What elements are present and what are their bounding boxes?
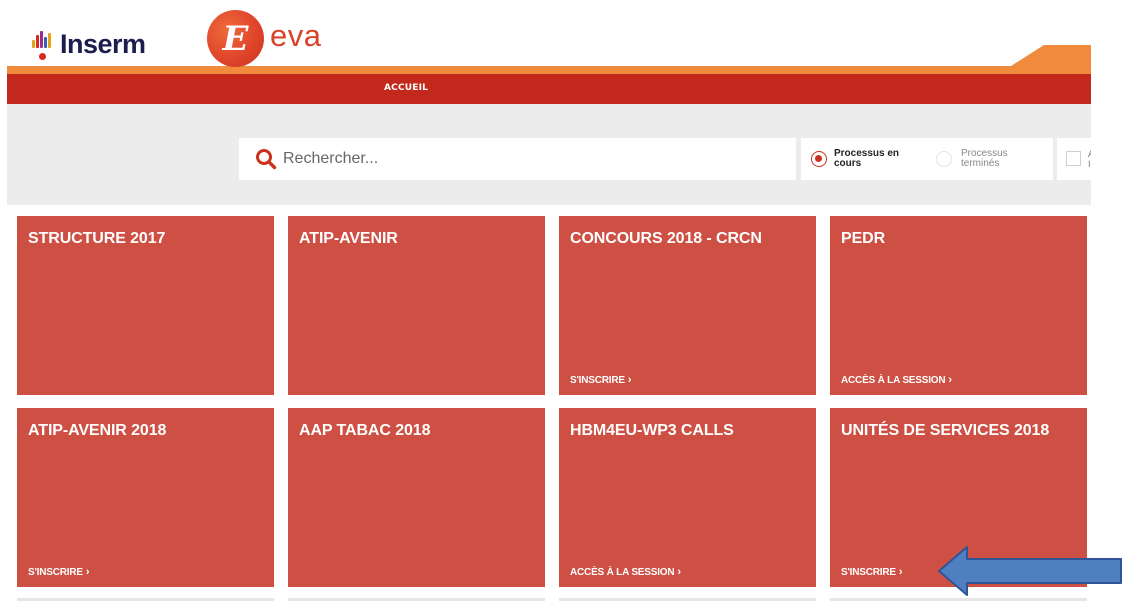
chevron-right-icon: ›: [677, 566, 681, 578]
card-title: CONCOURS 2018 - CRCN: [570, 230, 762, 247]
chevron-right-icon: ›: [898, 566, 903, 578]
session-card-atip-avenir[interactable]: ATIP-AVENIR: [288, 216, 545, 395]
card-title: STRUCTURE 2017: [28, 230, 166, 247]
card-link-acces-session[interactable]: ACCÈS À LA SESSION ›: [570, 566, 681, 578]
card-link-sinscrire[interactable]: S'INSCRIRE ›: [570, 374, 632, 386]
filter-checkbox[interactable]: [1066, 151, 1081, 166]
filter-checkbox-label: A I: [1088, 149, 1091, 169]
session-card-unites-de-services-2018[interactable]: UNITÉS DE SERVICES 2018 S'INSCRIRE ›: [830, 408, 1087, 587]
session-card-aap-tabac-2018[interactable]: AAP TABAC 2018: [288, 408, 545, 587]
session-card-concours-2018-crcn[interactable]: CONCOURS 2018 - CRCN S'INSCRIRE ›: [559, 216, 816, 395]
chevron-right-icon: ›: [948, 374, 952, 386]
inserm-logo[interactable]: Inserm: [30, 26, 146, 62]
search-icon[interactable]: [255, 148, 277, 170]
eva-logo-mark: E: [207, 10, 264, 67]
extra-filter: A I: [1057, 138, 1091, 180]
process-filter: Processus en cours Processus terminés: [801, 138, 1053, 180]
chevron-right-icon: ›: [85, 566, 90, 578]
inserm-logo-mark: [30, 26, 56, 62]
card-link-acces-session[interactable]: ACCÈS À LA SESSION ›: [841, 374, 952, 386]
eva-logo-text: eva: [270, 18, 322, 53]
radio-finished[interactable]: [936, 151, 952, 167]
radio-in-progress-label[interactable]: Processus en cours: [834, 149, 924, 169]
search-input[interactable]: [283, 150, 763, 168]
card-title: HBM4EU-WP3 CALLS: [570, 422, 734, 439]
card-title: ATIP-AVENIR 2018: [28, 422, 167, 439]
main-nav: ACCUEIL: [7, 74, 1091, 104]
session-card-hbm4eu-wp3-calls[interactable]: HBM4EU-WP3 CALLS ACCÈS À LA SESSION ›: [559, 408, 816, 587]
header: Inserm E eva: [0, 0, 1128, 74]
card-title: UNITÉS DE SERVICES 2018: [841, 422, 1050, 439]
search-box[interactable]: [239, 138, 796, 180]
card-link-sinscrire[interactable]: S'INSCRIRE ›: [28, 566, 90, 578]
session-card-atip-avenir-2018[interactable]: ATIP-AVENIR 2018 S'INSCRIRE ›: [17, 408, 274, 587]
header-orange-stripe: [7, 45, 1091, 74]
chevron-right-icon: ›: [627, 374, 632, 386]
session-card-structure-2017[interactable]: STRUCTURE 2017: [17, 216, 274, 395]
radio-finished-label[interactable]: Processus terminés: [961, 149, 1031, 169]
card-link-sinscrire[interactable]: S'INSCRIRE ›: [841, 566, 903, 578]
session-card-pedr[interactable]: PEDR ACCÈS À LA SESSION ›: [830, 216, 1087, 395]
eva-logo[interactable]: E eva: [207, 10, 321, 67]
card-title: AAP TABAC 2018: [299, 422, 431, 439]
card-title: PEDR: [841, 230, 886, 247]
card-title: ATIP-AVENIR: [299, 230, 398, 247]
inserm-logo-text: Inserm: [60, 28, 146, 59]
nav-item-accueil[interactable]: ACCUEIL: [384, 83, 428, 93]
radio-in-progress[interactable]: [811, 151, 827, 167]
